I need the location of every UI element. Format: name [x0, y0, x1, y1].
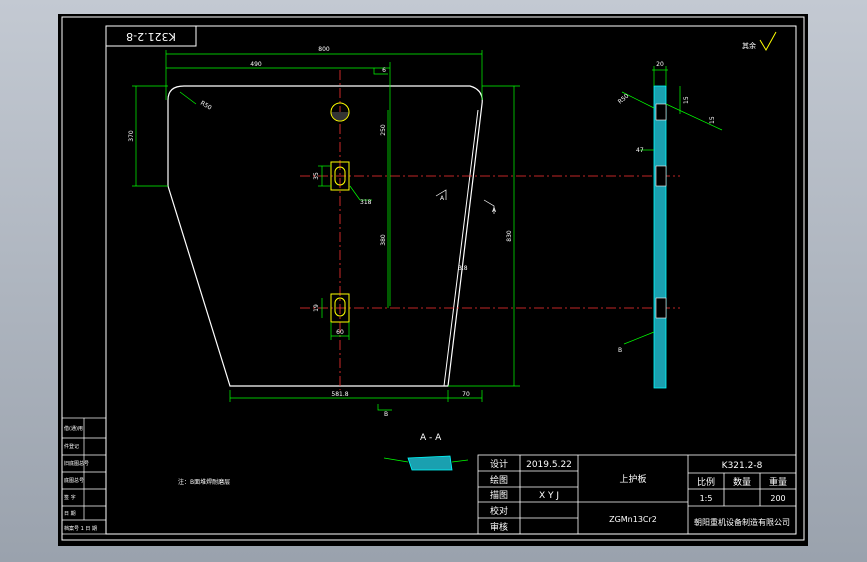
- tb-label-design: 设计: [490, 458, 508, 470]
- left-block-row-6: 日 期: [64, 511, 76, 517]
- side-dim-small: 47: [636, 147, 644, 154]
- left-block-row-3: 旧底图总号: [64, 460, 89, 467]
- bottom-view-mark: B: [384, 411, 388, 418]
- roughness-symbol-icon: [759, 31, 777, 51]
- left-block-row-2: 件登记: [64, 443, 79, 450]
- dim-slot-length: 60: [336, 329, 344, 336]
- inner-border: [105, 25, 797, 535]
- tb-drawing-no: K321.2-8: [722, 461, 763, 471]
- drawing-note: 注：B面堆焊耐磨层: [178, 478, 230, 486]
- plate-bevel-edge: [443, 109, 479, 387]
- tb-design-date: 2019.5.22: [526, 460, 572, 470]
- side-view: 20 R50 15 15 47 B: [617, 61, 723, 389]
- dim-bottom-width: 581.8: [331, 391, 348, 398]
- top-lift-hole-fill: [330, 111, 350, 122]
- tb-label-review: 审核: [490, 521, 508, 533]
- tb-label-trace: 描图: [490, 489, 508, 501]
- side-dim-chamfer: R50: [617, 92, 631, 105]
- side-view-hatch: [653, 85, 667, 389]
- section-mark-a-left: A: [440, 195, 445, 202]
- dim-top-right-step: 6: [382, 67, 386, 74]
- section-title: A - A: [420, 433, 442, 443]
- tb-company: 朝阳重机设备制造有限公司: [694, 517, 790, 527]
- tb-tracer-name: X Y J: [539, 491, 559, 501]
- left-block-row-1: 借(通)用: [64, 425, 83, 432]
- tb-material: ZGMn13Cr2: [609, 515, 657, 524]
- dimension-lines: [132, 50, 520, 411]
- section-arrows: [435, 189, 495, 214]
- section-a-a: A - A: [383, 433, 469, 471]
- dim-slot-width: 35: [313, 172, 320, 180]
- dim-upper-pitch: 250: [380, 124, 387, 136]
- dim-angle: 3.8: [458, 265, 468, 272]
- left-block-row-7: 档案号 1 日 期: [64, 525, 97, 532]
- dim-left-height: 370: [128, 130, 135, 142]
- drawing-canvas: K321.2-8 其余 800 490 6 R50 370 250 35 318…: [61, 16, 805, 541]
- tb-col-qty: 数量: [733, 476, 751, 488]
- tb-col-weight: 重量: [769, 476, 787, 488]
- dim-slot-height: 19: [313, 304, 320, 312]
- side-face-label: B: [618, 347, 622, 354]
- dim-slot-center: 318: [360, 199, 372, 206]
- tb-scale: 1:5: [700, 494, 713, 503]
- tb-label-draw: 绘图: [490, 474, 508, 486]
- tb-label-check: 校对: [490, 505, 508, 517]
- tb-weight: 200: [770, 494, 785, 503]
- side-dim-thickness: 20: [656, 61, 664, 68]
- plate-outline: [167, 85, 483, 387]
- dim-total-height: 830: [506, 230, 513, 242]
- dim-top-width: 490: [250, 61, 262, 68]
- roughness-label: 其余: [742, 41, 756, 50]
- tb-col-scale: 比例: [697, 476, 715, 488]
- side-lower-slot: [655, 297, 667, 319]
- left-block-row-5: 签 字: [64, 494, 76, 501]
- dim-overall-width: 800: [318, 46, 330, 53]
- side-upper-slot: [655, 165, 667, 187]
- code-box-text: K321.2-8: [126, 30, 176, 43]
- dim-corner-radius: R50: [199, 100, 213, 112]
- left-block-row-4: 底图总号: [64, 477, 84, 484]
- section-mark-a-right: A: [492, 207, 497, 214]
- side-top-notch: [655, 103, 667, 121]
- tb-part-name: 上护板: [619, 473, 646, 485]
- dim-lower-pitch: 380: [380, 234, 387, 246]
- side-dim-1: 15: [683, 96, 690, 104]
- dim-bottom-right: 70: [462, 391, 470, 398]
- section-hatch: [407, 455, 453, 471]
- side-dim-2: 15: [709, 116, 716, 124]
